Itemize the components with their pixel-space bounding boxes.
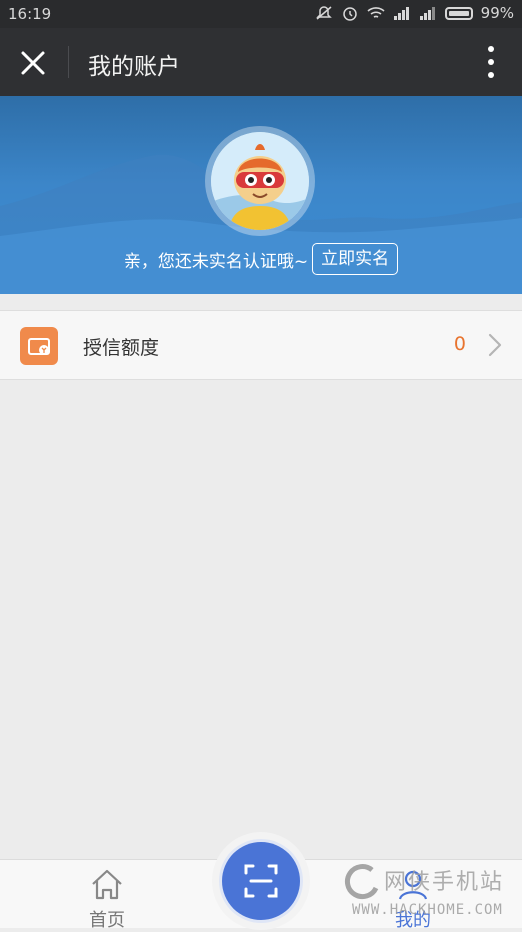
wifi-icon xyxy=(367,7,385,18)
nav-bar: 我的账户 xyxy=(0,28,522,96)
mute-icon xyxy=(315,6,332,20)
avatar[interactable] xyxy=(211,132,309,230)
status-time: 16:19 xyxy=(8,5,52,23)
credit-limit-label: 授信额度 xyxy=(83,337,160,359)
battery-icon xyxy=(444,6,473,20)
verify-now-button[interactable]: 立即实名 xyxy=(312,243,399,275)
realname-prompt: 亲，您还未实名认证哦~ xyxy=(123,251,309,272)
realname-row: 亲，您还未实名认证哦~ 立即实名 xyxy=(0,243,522,275)
tab-home-label: 首页 xyxy=(89,910,125,931)
credit-limit-row[interactable]: 授信额度 0 xyxy=(0,310,522,380)
close-icon[interactable] xyxy=(14,44,52,82)
status-icons: 99% xyxy=(315,4,514,22)
signal-icon xyxy=(393,7,409,20)
tab-mine-label: 我的 xyxy=(395,910,431,931)
wallet-icon xyxy=(20,327,58,365)
tab-mine[interactable]: 我的 xyxy=(378,866,448,931)
battery-level: 99% xyxy=(480,4,514,22)
mascot-avatar-icon xyxy=(211,132,309,230)
scan-icon xyxy=(244,864,278,898)
chevron-right-icon xyxy=(488,333,502,357)
status-bar: 16:19 99% xyxy=(0,0,522,28)
tab-home[interactable]: 首页 xyxy=(72,866,142,931)
more-icon[interactable] xyxy=(486,44,496,80)
nav-divider xyxy=(68,46,69,78)
alarm-icon xyxy=(342,7,357,21)
page-title: 我的账户 xyxy=(88,54,180,80)
account-banner: 亲，您还未实名认证哦~ 立即实名 xyxy=(0,96,522,294)
signal-icon-2 xyxy=(419,7,435,20)
user-icon xyxy=(398,870,428,900)
scan-button[interactable] xyxy=(222,842,300,920)
home-icon xyxy=(92,869,122,900)
credit-limit-value: 0 xyxy=(453,333,466,355)
